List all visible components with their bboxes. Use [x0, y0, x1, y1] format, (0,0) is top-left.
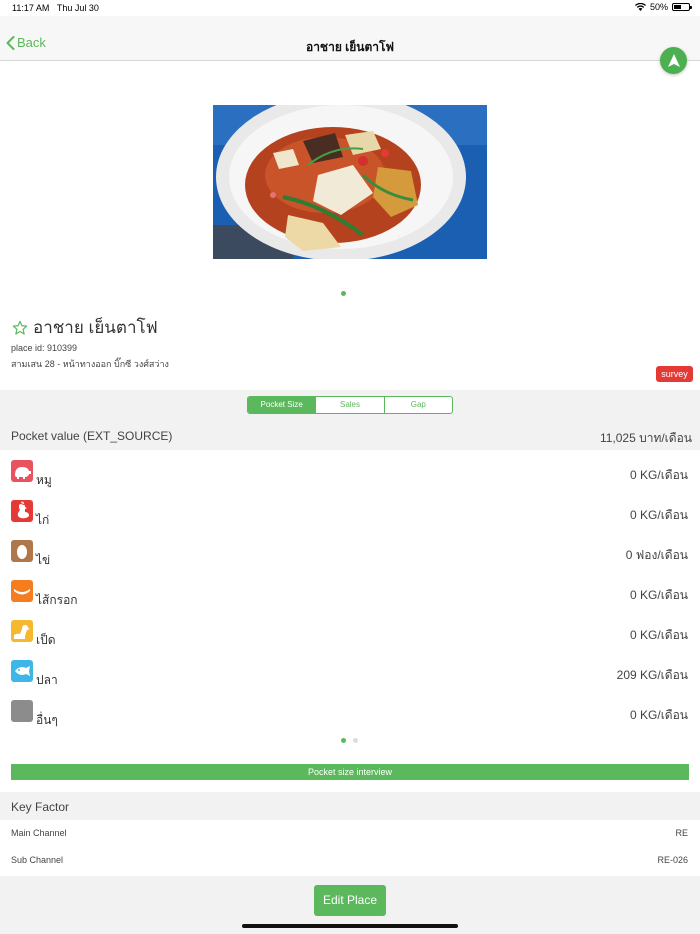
place-id: place id: 910399: [11, 343, 78, 353]
battery-icon: [672, 3, 692, 11]
page-title: อาชาย เย็นตาโฟ: [305, 40, 394, 54]
edit-place-button[interactable]: Edit Place: [314, 885, 386, 916]
food-photo-image: [213, 105, 487, 259]
pocket-size-interview-button[interactable]: Pocket size interview: [11, 764, 689, 780]
date-text: Thu Jul 30: [56, 3, 99, 13]
fish-icon: [11, 660, 33, 682]
category-value: 0 KG/เดือน: [630, 468, 688, 482]
survey-badge[interactable]: survey: [656, 366, 693, 382]
place-address: สามเสน 28 - หน้าทางออก บิ๊กซี วงศ์สว่าง: [11, 359, 169, 369]
category-label: ไก่: [36, 513, 50, 527]
photo-page-indicator: [341, 291, 346, 296]
status-bar: 11:17 AM Thu Jul 30 50%: [0, 0, 700, 16]
key-factor-row-sub-channel: Sub Channel RE-026: [0, 847, 700, 873]
category-row-chicken: ไก่ 0 KG/เดือน: [0, 493, 700, 533]
battery-fill: [674, 5, 681, 9]
page-dot: [353, 738, 358, 743]
category-row-pork: หมู 0 KG/เดือน: [0, 453, 700, 493]
sausage-icon: [11, 580, 33, 602]
key-factor-value: RE-026: [657, 855, 688, 865]
key-factor-label: Main Channel: [11, 828, 67, 838]
pocket-value-header: Pocket value (EXT_SOURCE) 11,025 บาท/เดื…: [0, 420, 700, 450]
navigation-arrow-icon: [667, 54, 680, 67]
tab-pocket-size[interactable]: Pocket Size: [248, 397, 317, 413]
tab-gap[interactable]: Gap: [385, 397, 452, 413]
place-title: อาชาย เย็นตาโฟ: [12, 314, 158, 341]
wifi-icon: [634, 3, 646, 11]
key-factor-label: Sub Channel: [11, 855, 64, 865]
place-name: อาชาย เย็นตาโฟ: [33, 318, 158, 337]
egg-icon: [11, 540, 33, 562]
category-value: 0 ฟอง/เดือน: [625, 548, 688, 562]
chicken-icon: [11, 500, 33, 522]
segmented-tabs: Pocket Size Sales Gap: [247, 396, 453, 414]
category-value: 0 KG/เดือน: [630, 708, 688, 722]
key-factor-row-main-channel: Main Channel RE: [0, 820, 700, 846]
key-factor-value: RE: [675, 828, 688, 838]
place-photo[interactable]: [213, 105, 487, 259]
category-label: ไข่: [36, 553, 51, 567]
category-label: ปลา: [36, 673, 58, 687]
category-label: เป็ด: [36, 633, 56, 647]
category-row-duck: เป็ด 0 KG/เดือน: [0, 613, 700, 653]
category-value: 0 KG/เดือน: [630, 588, 688, 602]
duck-icon: [11, 620, 33, 642]
pocket-value-amount: 11,025 บาท/เดือน: [599, 431, 692, 445]
status-time: 11:17 AM Thu Jul 30: [12, 3, 99, 13]
pocket-value-label: Pocket value (EXT_SOURCE): [11, 429, 173, 443]
key-factor-title: Key Factor: [11, 800, 70, 814]
key-factor-header: Key Factor: [0, 792, 700, 820]
battery-percent: 50%: [649, 2, 668, 12]
category-page-indicator: [341, 738, 358, 743]
page-dot-active: [341, 738, 346, 743]
other-icon: [11, 700, 33, 722]
pig-icon: [11, 460, 33, 482]
navigate-button[interactable]: [660, 47, 687, 74]
category-value: 0 KG/เดือน: [630, 628, 688, 642]
category-label: ไส้กรอก: [36, 593, 78, 607]
status-right: 50%: [634, 2, 692, 12]
category-label: หมู: [36, 473, 52, 487]
category-value: 0 KG/เดือน: [630, 508, 688, 522]
time-text: 11:17 AM: [12, 3, 50, 13]
category-row-other: อื่นๆ 0 KG/เดือน: [0, 693, 700, 733]
category-row-egg: ไข่ 0 ฟอง/เดือน: [0, 533, 700, 573]
category-row-fish: ปลา 209 KG/เดือน: [0, 653, 700, 693]
category-value: 209 KG/เดือน: [616, 668, 688, 682]
category-label: อื่นๆ: [36, 713, 58, 727]
star-outline-icon[interactable]: [12, 320, 28, 336]
tab-sales[interactable]: Sales: [316, 397, 385, 413]
home-indicator: [242, 924, 458, 928]
navigation-bar: Back อาชาย เย็นตาโฟ: [0, 16, 700, 61]
category-row-sausage: ไส้กรอก 0 KG/เดือน: [0, 573, 700, 613]
